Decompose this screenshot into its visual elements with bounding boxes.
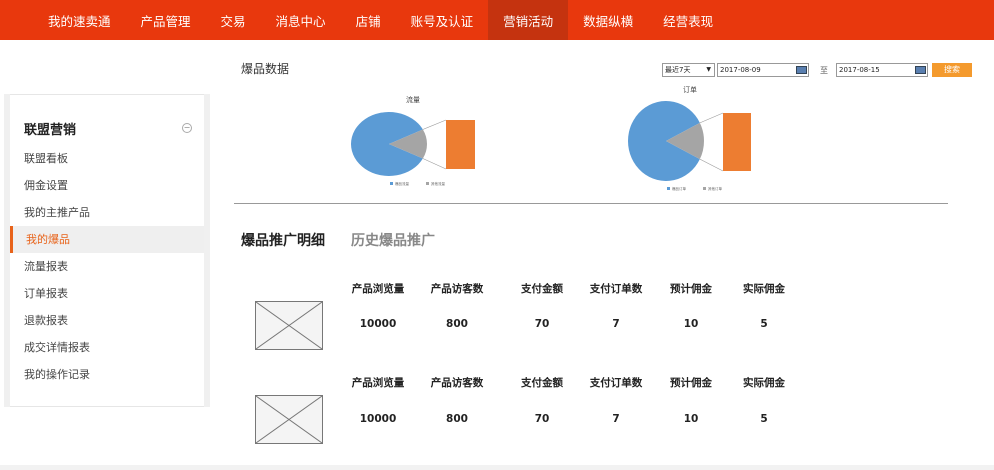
cell-value: 7 <box>612 413 620 425</box>
cell-value: 70 <box>534 318 550 330</box>
footer-divider <box>0 465 994 470</box>
range-select[interactable]: 最近7天 ▼ <box>662 63 715 77</box>
connector-line <box>422 158 447 170</box>
product-image-placeholder <box>255 301 323 350</box>
legend-label: 爆品订单 <box>672 186 686 191</box>
traffic-pie-chart: 流量爆品流量 其他流量 <box>351 95 475 186</box>
nav-item-trade[interactable]: 交易 <box>206 0 261 40</box>
legend-swatch <box>703 187 706 190</box>
sidebar-item-dashboard[interactable]: 联盟看板 <box>10 145 204 172</box>
chart-title: 订单 <box>683 85 697 94</box>
column-header: 支付金额 <box>521 283 563 295</box>
column-header: 实际佣金 <box>743 377 785 389</box>
connector-line <box>699 158 724 172</box>
date-separator: 至 <box>820 66 828 75</box>
cell-value: 10000 <box>359 413 397 425</box>
breakout-bar <box>446 120 475 169</box>
column-header: 产品访客数 <box>430 377 484 389</box>
sidebar-item-deal-report[interactable]: 成交详情报表 <box>10 334 204 361</box>
date-from-value: 2017-08-09 <box>720 66 761 74</box>
cell-value: 10000 <box>359 318 397 330</box>
sidebar-item-main-products[interactable]: 我的主推产品 <box>10 199 204 226</box>
nav-item-marketing[interactable]: 营销活动 <box>488 0 569 40</box>
tab-hot-promotion-detail[interactable]: 爆品推广明细 <box>241 230 325 250</box>
divider <box>234 203 948 204</box>
section-title: 爆品数据 <box>241 62 290 76</box>
sidebar-panel: 联盟营销 − 联盟看板 佣金设置 我的主推产品 我的爆品 流量报表 订单报表 退… <box>10 94 204 407</box>
cell-value: 800 <box>446 413 468 425</box>
legend-label: 爆品流量 <box>395 181 409 186</box>
cell-value: 70 <box>534 413 550 425</box>
column-header: 支付订单数 <box>589 283 643 295</box>
column-header: 实际佣金 <box>743 283 785 295</box>
column-header: 产品访客数 <box>430 283 484 295</box>
date-to-value: 2017-08-15 <box>839 66 880 74</box>
nav-item-my-aliexpress[interactable]: 我的速卖通 <box>33 0 126 40</box>
nav-item-account[interactable]: 账号及认证 <box>396 0 489 40</box>
range-select-value: 最近7天 <box>665 66 691 74</box>
date-to-field[interactable]: 2017-08-15 <box>836 63 928 77</box>
order-pie-chart: 订单爆品订单 其他订单 <box>628 85 751 191</box>
column-header: 预计佣金 <box>670 283 712 295</box>
nav-item-data[interactable]: 数据纵横 <box>568 0 648 40</box>
cell-value: 10 <box>683 318 699 330</box>
nav-item-store[interactable]: 店铺 <box>341 0 396 40</box>
legend-label: 其他订单 <box>708 186 722 191</box>
calendar-icon[interactable] <box>796 66 807 74</box>
column-header: 预计佣金 <box>670 377 712 389</box>
date-from-field[interactable]: 2017-08-09 <box>717 63 809 77</box>
column-header: 支付订单数 <box>589 377 643 389</box>
top-navigation: 我的速卖通 产品管理 交易 消息中心 店铺 账号及认证 营销活动 数据纵横 经营… <box>0 0 994 40</box>
sidebar-item-commission[interactable]: 佣金设置 <box>10 172 204 199</box>
connector-line <box>422 119 447 130</box>
chevron-down-icon: ▼ <box>706 66 711 73</box>
sidebar-item-traffic-report[interactable]: 流量报表 <box>10 253 204 280</box>
tab-history-hot-promotion[interactable]: 历史爆品推广 <box>351 230 435 250</box>
column-header: 支付金额 <box>521 377 563 389</box>
search-button[interactable]: 搜索 <box>932 63 972 77</box>
legend-swatch <box>390 182 393 185</box>
legend-label: 其他流量 <box>431 181 445 186</box>
nav-item-products[interactable]: 产品管理 <box>126 0 206 40</box>
cell-value: 800 <box>446 318 468 330</box>
cell-value: 7 <box>612 318 620 330</box>
legend-swatch <box>667 187 670 190</box>
sidebar-item-order-report[interactable]: 订单报表 <box>10 280 204 307</box>
chart-title: 流量 <box>406 95 420 104</box>
sidebar: 联盟营销 − 联盟看板 佣金设置 我的主推产品 我的爆品 流量报表 订单报表 退… <box>4 94 210 407</box>
column-header: 产品浏览量 <box>351 377 405 389</box>
connector-line <box>699 112 724 124</box>
product-image-placeholder <box>255 395 323 444</box>
sidebar-item-refund-report[interactable]: 退款报表 <box>10 307 204 334</box>
sidebar-item-operation-log[interactable]: 我的操作记录 <box>10 361 204 388</box>
column-header: 产品浏览量 <box>351 283 405 295</box>
sidebar-title: 联盟营销 <box>24 123 77 138</box>
legend-swatch <box>426 182 429 185</box>
collapse-icon[interactable]: − <box>182 123 192 133</box>
cell-value: 5 <box>760 318 768 330</box>
breakout-bar <box>723 113 751 171</box>
sidebar-item-hot-products[interactable]: 我的爆品 <box>10 226 204 253</box>
cell-value: 10 <box>683 413 699 425</box>
nav-item-performance[interactable]: 经营表现 <box>648 0 728 40</box>
nav-item-messages[interactable]: 消息中心 <box>261 0 341 40</box>
calendar-icon[interactable] <box>915 66 926 74</box>
cell-value: 5 <box>760 413 768 425</box>
